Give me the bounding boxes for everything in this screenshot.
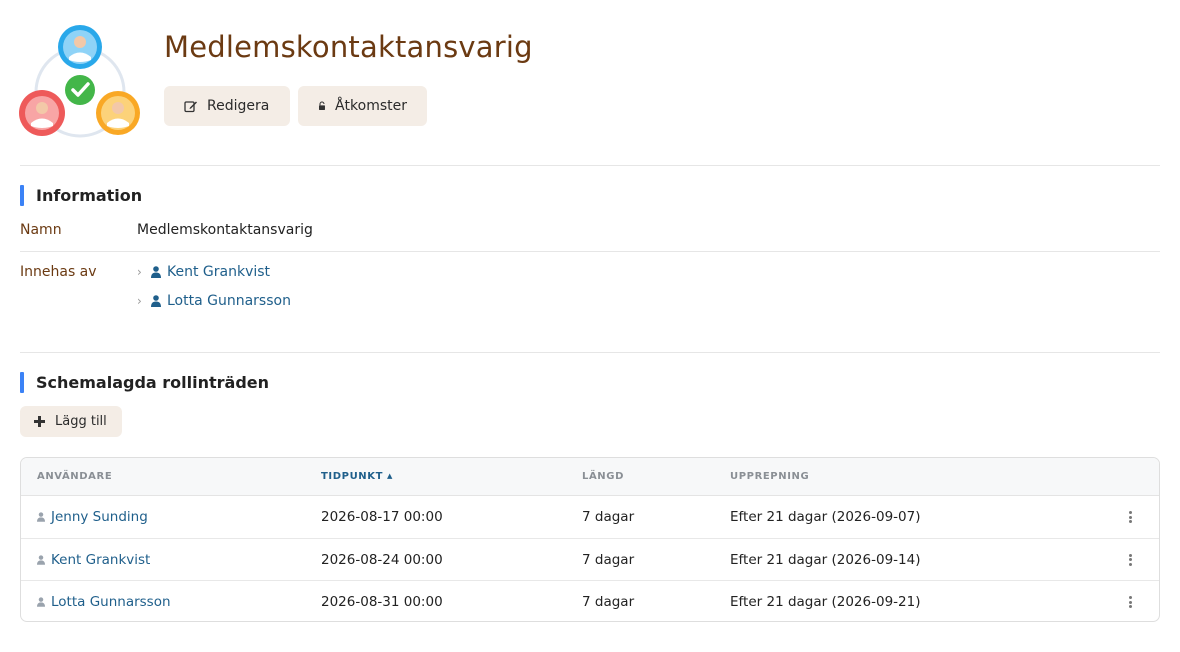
plus-icon <box>34 416 45 427</box>
section-divider <box>20 352 1160 353</box>
add-button[interactable]: Lägg till <box>20 406 122 437</box>
access-button-label: Åtkomster <box>334 98 407 114</box>
user-icon <box>37 554 45 565</box>
section-accent-bar <box>20 185 24 206</box>
name-label: Namn <box>20 222 62 238</box>
row-repeat: Efter 21 dagar (2026-09-21) <box>730 594 921 610</box>
chevron-right-icon: › <box>137 265 142 279</box>
section-accent-bar <box>20 372 24 393</box>
row-user-link[interactable]: Jenny Sunding <box>37 509 148 525</box>
lock-open-icon <box>318 101 325 110</box>
table-header: ANVÄNDARE TIDPUNKT ▲ LÄNGD UPPREPNING <box>21 458 1159 496</box>
edit-icon <box>184 101 197 113</box>
table-row: Kent Grankvist 2026-08-24 00:00 7 dagar … <box>21 539 1159 581</box>
scheduled-heading-text: Schemalagda rollinträden <box>36 373 270 392</box>
row-user-link[interactable]: Lotta Gunnarsson <box>37 594 171 610</box>
column-header-length[interactable]: LÄNGD <box>582 471 624 482</box>
scheduled-table: ANVÄNDARE TIDPUNKT ▲ LÄNGD UPPREPNING Jen… <box>20 457 1160 622</box>
row-length: 7 dagar <box>582 594 635 610</box>
row-user-link[interactable]: Kent Grankvist <box>37 552 150 568</box>
holder-name: Lotta Gunnarsson <box>167 293 291 309</box>
chevron-right-icon: › <box>137 294 142 308</box>
info-row-divider <box>20 251 1160 252</box>
page-title: Medlemskontaktansvarig <box>164 30 533 64</box>
row-repeat: Efter 21 dagar (2026-09-07) <box>730 509 921 525</box>
row-length: 7 dagar <box>582 509 635 525</box>
scheduled-heading: Schemalagda rollinträden <box>20 372 269 393</box>
column-header-repeat[interactable]: UPPREPNING <box>730 471 809 482</box>
row-time: 2026-08-24 00:00 <box>321 551 443 568</box>
holder-link[interactable]: › Kent Grankvist <box>137 264 270 280</box>
user-icon <box>151 295 161 307</box>
user-icon <box>37 597 45 607</box>
column-header-user[interactable]: ANVÄNDARE <box>37 471 112 482</box>
table-row: Lotta Gunnarsson 2026-08-31 00:00 7 daga… <box>21 581 1159 621</box>
holder-name: Kent Grankvist <box>167 264 271 280</box>
table-row: Jenny Sunding 2026-08-17 00:00 7 dagar E… <box>21 496 1159 539</box>
row-menu-icon[interactable] <box>1127 594 1133 610</box>
column-header-time[interactable]: TIDPUNKT ▲ <box>321 471 393 482</box>
row-menu-icon[interactable] <box>1127 509 1133 525</box>
information-heading-text: Information <box>36 186 143 205</box>
role-group-icon <box>19 25 140 138</box>
user-icon <box>151 266 161 278</box>
row-repeat: Efter 21 dagar (2026-09-14) <box>730 551 921 568</box>
access-button[interactable]: Åtkomster <box>298 86 427 126</box>
row-user-name: Jenny Sunding <box>51 509 148 525</box>
row-user-name: Lotta Gunnarsson <box>51 594 171 610</box>
row-menu-icon[interactable] <box>1127 552 1133 568</box>
edit-button-label: Redigera <box>207 98 270 114</box>
row-length: 7 dagar <box>582 551 635 568</box>
holder-link[interactable]: › Lotta Gunnarsson <box>137 293 291 309</box>
row-user-name: Kent Grankvist <box>51 551 151 568</box>
user-icon <box>37 512 45 522</box>
information-heading: Information <box>20 185 142 206</box>
header-divider <box>20 165 1160 166</box>
edit-button[interactable]: Redigera <box>164 86 290 126</box>
sort-asc-icon: ▲ <box>387 472 394 480</box>
user-avatar-orange-icon <box>96 91 140 135</box>
held-by-label: Innehas av <box>20 264 97 280</box>
name-value: Medlemskontaktansvarig <box>137 222 313 238</box>
add-button-label: Lägg till <box>55 414 107 429</box>
check-badge-icon <box>65 75 95 105</box>
user-avatar-blue-icon <box>58 25 102 69</box>
column-header-time-label: TIDPUNKT <box>321 471 384 482</box>
user-avatar-red-icon <box>19 90 65 136</box>
row-time: 2026-08-31 00:00 <box>321 594 443 610</box>
row-time: 2026-08-17 00:00 <box>321 509 443 525</box>
